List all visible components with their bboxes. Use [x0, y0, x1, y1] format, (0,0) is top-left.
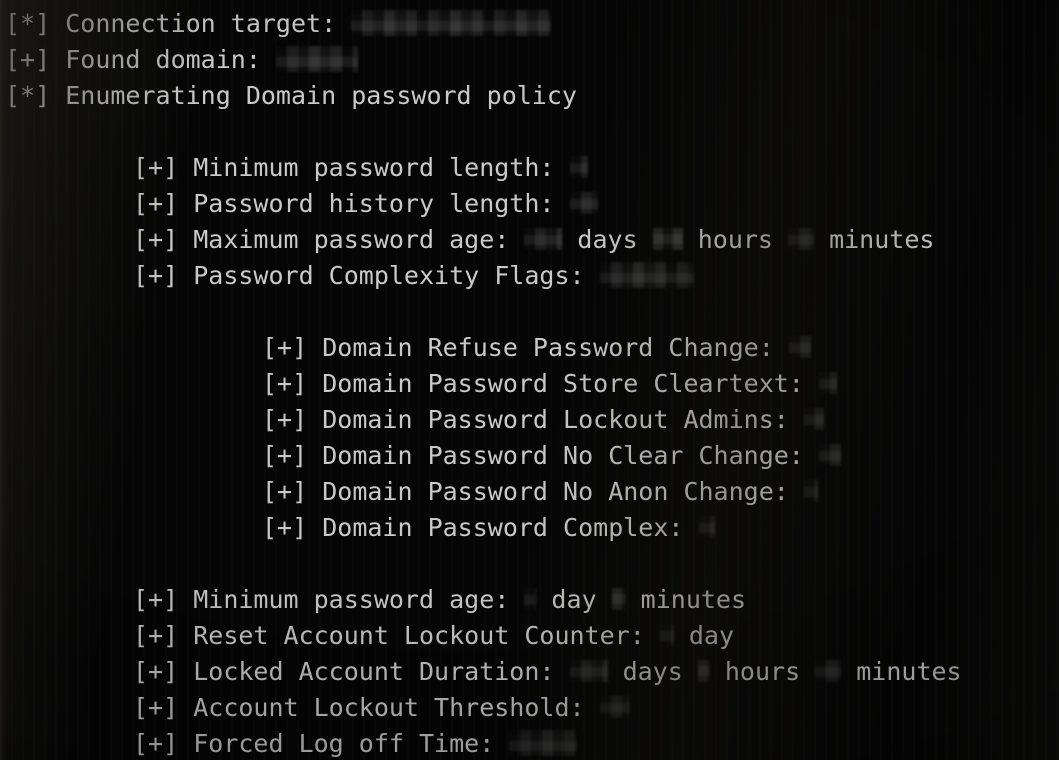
line-label: Domain Password Lockout Admins: — [322, 405, 804, 434]
line-status-prefix: [+] — [133, 225, 194, 254]
terminal-line-blank-1 — [0, 114, 1059, 150]
line-label: Connection target: — [65, 9, 352, 38]
line-label: Found domain: — [65, 45, 276, 74]
terminal-line-minimum-password-age: [+] Minimum password age: day minutes — [0, 582, 1059, 618]
line-label: Account Lockout Threshold: — [193, 693, 600, 722]
redacted-value — [524, 588, 537, 610]
terminal-line-forced-log-off-time: [+] Forced Log off Time: — [0, 726, 1059, 760]
line-status-prefix: [*] — [5, 9, 66, 38]
redacted-value — [569, 192, 598, 214]
line-status-prefix: [+] — [5, 45, 66, 74]
terminal-line-found-domain: [+] Found domain: — [0, 42, 1059, 78]
line-status-prefix: [+] — [262, 405, 323, 434]
line-status-prefix: [+] — [133, 189, 194, 218]
line-label: Password history length: — [193, 189, 570, 218]
line-status-prefix: [+] — [262, 477, 323, 506]
line-status-prefix: [+] — [133, 153, 194, 182]
line-status-prefix: [+] — [262, 441, 323, 470]
redacted-value — [599, 696, 630, 718]
redacted-value — [698, 516, 715, 538]
line-label: Forced Log off Time: — [193, 729, 510, 758]
terminal-window[interactable]: [*] Connection target: [+] Found domain:… — [0, 0, 1059, 760]
line-label: Minimum password length: — [193, 153, 570, 182]
line-label: Enumerating Domain password policy — [65, 81, 577, 110]
redacted-value — [611, 588, 626, 610]
terminal-line-domain-password-no-clear-change: [+] Domain Password No Clear Change: — [0, 438, 1059, 474]
line-status-prefix: [+] — [133, 657, 194, 686]
terminal-line-blank-3 — [0, 546, 1059, 582]
line-status-prefix: [+] — [262, 513, 323, 542]
redacted-value — [275, 46, 358, 72]
terminal-line-domain-password-store-cleartext: [+] Domain Password Store Cleartext: — [0, 366, 1059, 402]
redacted-value — [803, 480, 818, 502]
line-unit-label: hours — [709, 657, 816, 686]
terminal-line-domain-password-complex: [+] Domain Password Complex: — [0, 510, 1059, 546]
redacted-value — [815, 660, 842, 682]
redacted-value — [569, 660, 608, 682]
line-status-prefix: [+] — [133, 693, 194, 722]
line-label: Reset Account Lockout Counter: — [193, 621, 660, 650]
terminal-line-minimum-password-length: [+] Minimum password length: — [0, 150, 1059, 186]
line-unit-label: days — [607, 657, 698, 686]
line-status-prefix: [+] — [262, 369, 323, 398]
redacted-value — [818, 372, 837, 394]
redacted-value — [697, 660, 710, 682]
redacted-value — [351, 10, 552, 36]
line-status-prefix: [*] — [5, 81, 66, 110]
line-label: Domain Password Complex: — [322, 513, 699, 542]
redacted-value — [509, 730, 578, 756]
terminal-line-password-complexity-flags: [+] Password Complexity Flags: — [0, 258, 1059, 294]
line-unit-label: minutes — [625, 585, 747, 614]
line-status-prefix: [+] — [133, 621, 194, 650]
line-unit-label: hours — [682, 225, 789, 254]
line-label: Maximum password age: — [193, 225, 525, 254]
line-label: Domain Refuse Password Change: — [322, 333, 789, 362]
terminal-line-maximum-password-age: [+] Maximum password age: days hours min… — [0, 222, 1059, 258]
redacted-value — [788, 336, 811, 358]
redacted-value — [788, 228, 815, 250]
redacted-value — [659, 624, 674, 646]
terminal-line-blank-2 — [0, 294, 1059, 330]
line-unit-label: days — [562, 225, 653, 254]
terminal-line-password-history-length: [+] Password history length: — [0, 186, 1059, 222]
terminal-line-domain-password-lockout-admins: [+] Domain Password Lockout Admins: — [0, 402, 1059, 438]
line-label: Password Complexity Flags: — [193, 261, 600, 290]
terminal-line-domain-refuse-password-change: [+] Domain Refuse Password Change: — [0, 330, 1059, 366]
redacted-value — [652, 228, 683, 250]
line-label: Domain Password No Anon Change: — [322, 477, 804, 506]
terminal-line-reset-account-lockout-counter: [+] Reset Account Lockout Counter: day — [0, 618, 1059, 654]
line-status-prefix: [+] — [262, 333, 323, 362]
terminal-line-domain-password-no-anon-change: [+] Domain Password No Anon Change: — [0, 474, 1059, 510]
line-unit-label: day — [536, 585, 612, 614]
terminal-line-account-lockout-threshold: [+] Account Lockout Threshold: — [0, 690, 1059, 726]
line-unit-label: minutes — [814, 225, 935, 254]
line-status-prefix: [+] — [133, 585, 194, 614]
redacted-value — [803, 408, 824, 430]
line-status-prefix: [+] — [133, 729, 194, 758]
terminal-output-lines: [*] Connection target: [+] Found domain:… — [0, 0, 1059, 760]
terminal-line-connection-target: [*] Connection target: — [0, 6, 1059, 42]
line-label: Domain Password Store Cleartext: — [322, 369, 819, 398]
redacted-value — [818, 444, 841, 466]
redacted-value — [569, 156, 588, 178]
redacted-value — [524, 228, 563, 250]
terminal-line-enumerating-domain-password-policy: [*] Enumerating Domain password policy — [0, 78, 1059, 114]
line-unit-label: minutes — [841, 657, 962, 686]
line-label: Domain Password No Clear Change: — [322, 441, 819, 470]
line-status-prefix: [+] — [133, 261, 194, 290]
line-unit-label: day — [673, 621, 735, 650]
line-label: Locked Account Duration: — [193, 657, 570, 686]
terminal-line-locked-account-duration: [+] Locked Account Duration: days hours … — [0, 654, 1059, 690]
line-label: Minimum password age: — [193, 585, 525, 614]
redacted-value — [599, 262, 694, 288]
